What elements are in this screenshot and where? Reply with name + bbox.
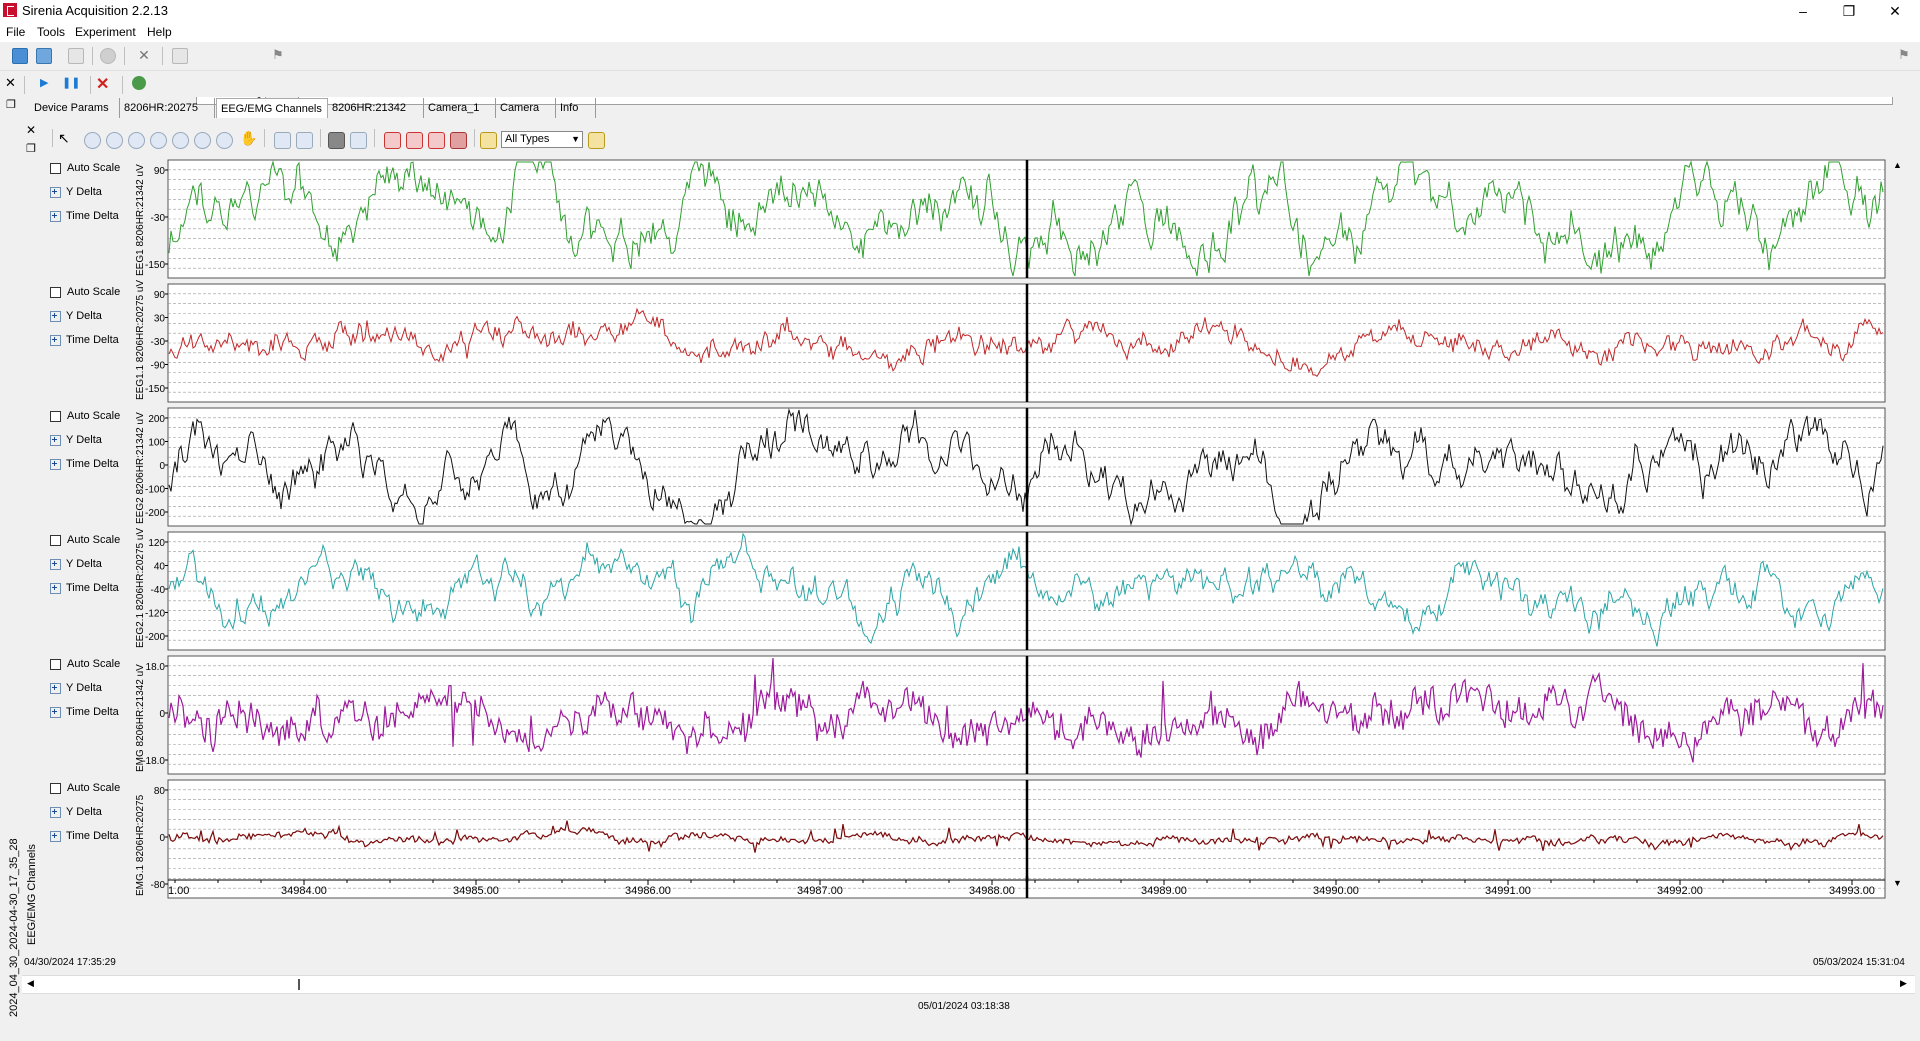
- x-tick-label: 1.00: [168, 885, 189, 897]
- side-panel-label: EEG/EMG Channels: [26, 844, 38, 945]
- timeline-scrollbar[interactable]: ◀ ▶: [22, 975, 1915, 994]
- y-tick-label: 0: [159, 833, 165, 844]
- y-tick-label: -30: [151, 337, 166, 348]
- channel-name: EMG.1 8206HR:20275: [135, 794, 146, 896]
- channel-panel[interactable]: EMG 8206HR:21342 uV 18.00-18.0: [135, 655, 1886, 775]
- y-tick-label: -150: [145, 260, 165, 271]
- channel-panel[interactable]: EEG2.1 8206HR:20275 uV 120 40 -40 -120 -200: [135, 528, 1886, 651]
- x-tick-label: 34987.00: [797, 885, 843, 897]
- y-tick-label: -80: [151, 880, 166, 891]
- timeline-start: 04/30/2024 17:35:29: [24, 957, 116, 968]
- y-tick-label: -200: [145, 508, 165, 519]
- y-tick-label: -100: [145, 485, 165, 496]
- y-tick-label: 90: [154, 290, 166, 301]
- y-tick-label: 80: [154, 786, 166, 797]
- channel-name: EEG1.1 8206HR:20275 uV: [135, 280, 146, 400]
- timeline-thumb[interactable]: [298, 979, 300, 990]
- y-tick-label: 18.0: [146, 662, 166, 673]
- x-tick-label: 34989.00: [1141, 885, 1187, 897]
- y-tick-label: 0: [159, 709, 165, 720]
- x-tick-label: 34990.00: [1313, 885, 1359, 897]
- channel-panel[interactable]: EEG1.1 8206HR:20275 uV 90 30 -30 -90 -150: [135, 280, 1886, 403]
- y-tick-label: -40: [151, 585, 166, 596]
- x-tick-label: 34993.00: [1829, 885, 1875, 897]
- channel-panel[interactable]: EEG2 8206HR:21342 uV 2001000-100-200: [135, 407, 1886, 527]
- y-tick-label: 0: [159, 461, 165, 472]
- recording-name-label: 2024_04_30_2024-04-30_17_35_28: [8, 838, 20, 1017]
- y-tick-label: 200: [148, 414, 165, 425]
- scroll-right-icon[interactable]: ▶: [1900, 978, 1907, 989]
- y-tick-label: 90: [154, 166, 166, 177]
- y-tick-label: -30: [151, 213, 166, 224]
- y-tick-label: -120: [145, 609, 165, 620]
- channel-panel[interactable]: EEG1 8206HR:21342 uV 90-30-150: [135, 159, 1886, 279]
- x-tick-label: 34986.00: [625, 885, 671, 897]
- x-tick-label: 34988.00: [969, 885, 1015, 897]
- y-tick-label: -200: [145, 632, 165, 643]
- channel-name: EEG2.1 8206HR:20275 uV: [135, 528, 146, 648]
- scroll-down-icon[interactable]: ▼: [1893, 878, 1902, 888]
- x-tick-label: 34984.00: [281, 885, 327, 897]
- x-tick-label: 34992.00: [1657, 885, 1703, 897]
- eeg-emg-plot[interactable]: EEG1 8206HR:21342 uV 90-30-150EEG1.1 8206…: [0, 0, 1920, 1041]
- vertical-scrollbar[interactable]: ▲ ▼: [1888, 158, 1908, 893]
- y-tick-label: -18.0: [142, 756, 165, 767]
- x-tick-label: 34991.00: [1485, 885, 1531, 897]
- y-tick-label: 30: [154, 314, 166, 325]
- y-tick-label: 40: [154, 562, 166, 573]
- scroll-left-icon[interactable]: ◀: [27, 978, 34, 989]
- y-tick-label: 100: [148, 438, 165, 449]
- timeline-end: 05/03/2024 15:31:04: [1813, 957, 1905, 968]
- y-tick-label: -150: [145, 384, 165, 395]
- y-tick-label: -90: [151, 361, 166, 372]
- timeline-current: 05/01/2024 03:18:38: [918, 1001, 1010, 1012]
- y-tick-label: 120: [148, 538, 165, 549]
- scroll-up-icon[interactable]: ▲: [1893, 160, 1902, 170]
- x-tick-label: 34985.00: [453, 885, 499, 897]
